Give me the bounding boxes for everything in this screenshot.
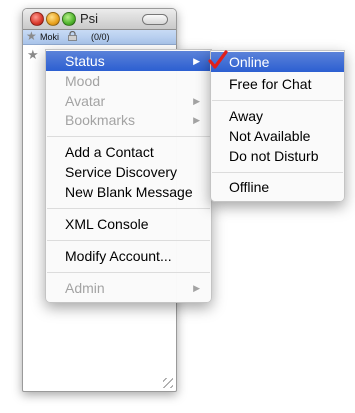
menu-item-label: Modify Account...: [65, 248, 172, 264]
lock-icon: [68, 31, 77, 41]
menu-separator: [47, 136, 210, 137]
menu-item-label: Add a Contact: [65, 144, 154, 160]
status-item-online[interactable]: Online: [208, 50, 344, 72]
status-item-label: Away: [229, 108, 263, 124]
menu-item-label: Bookmarks: [65, 112, 136, 128]
submenu-arrow-icon: ▶: [193, 283, 200, 293]
menu-item-new-blank-message[interactable]: New Blank Message: [46, 182, 211, 202]
menu-item-xml-console[interactable]: XML Console: [46, 214, 211, 234]
menu-item-label: Status: [65, 53, 105, 69]
menu-item-label: Admin: [65, 280, 105, 296]
menu-separator: [47, 208, 210, 209]
resize-grip[interactable]: [163, 378, 173, 388]
contact-status-icon[interactable]: ★: [27, 47, 39, 63]
status-item-not-available[interactable]: Not Available: [211, 126, 344, 146]
menu-item-add-contact[interactable]: Add a Contact: [46, 142, 211, 162]
menu-item-label: XML Console: [65, 216, 149, 232]
window-title: Psi: [80, 11, 99, 26]
status-item-free-for-chat[interactable]: Free for Chat: [211, 74, 344, 94]
menu-separator: [47, 240, 210, 241]
status-item-do-not-disturb[interactable]: Do not Disturb: [211, 146, 344, 166]
menu-separator: [47, 272, 210, 273]
status-item-away[interactable]: Away: [211, 106, 344, 126]
account-context-menu: Status ▶ Mood Avatar ▶ Bookmarks ▶ Add a…: [45, 49, 212, 303]
submenu-arrow-icon: ▶: [193, 96, 200, 106]
status-item-offline[interactable]: Offline: [211, 177, 344, 197]
menu-item-label: Avatar: [65, 93, 106, 109]
status-item-label: Offline: [229, 179, 270, 195]
menu-separator: [212, 100, 343, 101]
menu-item-avatar: Avatar ▶: [46, 91, 211, 111]
menu-item-mood: Mood: [46, 71, 211, 91]
menu-item-admin: Admin ▶: [46, 278, 211, 298]
close-button[interactable]: [30, 12, 44, 26]
menu-item-label: Service Discovery: [65, 164, 178, 180]
status-item-label: Not Available: [229, 128, 311, 144]
status-item-label: Free for Chat: [229, 76, 312, 92]
account-name: Moki: [40, 32, 60, 42]
zoom-button[interactable]: [62, 12, 76, 26]
menu-separator: [212, 172, 343, 173]
menu-item-label: Mood: [65, 73, 101, 89]
menu-item-label: New Blank Message: [65, 184, 193, 200]
menu-item-status[interactable]: Status ▶: [46, 51, 211, 71]
toolbar-toggle-button[interactable]: [142, 14, 168, 25]
minimize-button[interactable]: [46, 12, 60, 26]
status-item-label: Online: [229, 54, 270, 70]
submenu-arrow-icon: ▶: [193, 115, 200, 125]
status-submenu: Online Free for Chat Away Not Available …: [208, 50, 345, 202]
menu-item-bookmarks: Bookmarks ▶: [46, 110, 211, 130]
status-item-label: Do not Disturb: [229, 148, 319, 164]
account-status-icon[interactable]: ★: [26, 30, 37, 43]
account-bar[interactable]: ★ Moki (0/0): [23, 30, 176, 45]
checkmark-icon: [208, 50, 228, 69]
submenu-arrow-icon: ▶: [193, 56, 200, 66]
menu-item-service-discovery[interactable]: Service Discovery: [46, 162, 211, 182]
menu-item-modify-account[interactable]: Modify Account...: [46, 246, 211, 266]
contact-count: (0/0): [91, 32, 110, 42]
title-bar[interactable]: Psi: [23, 9, 176, 30]
